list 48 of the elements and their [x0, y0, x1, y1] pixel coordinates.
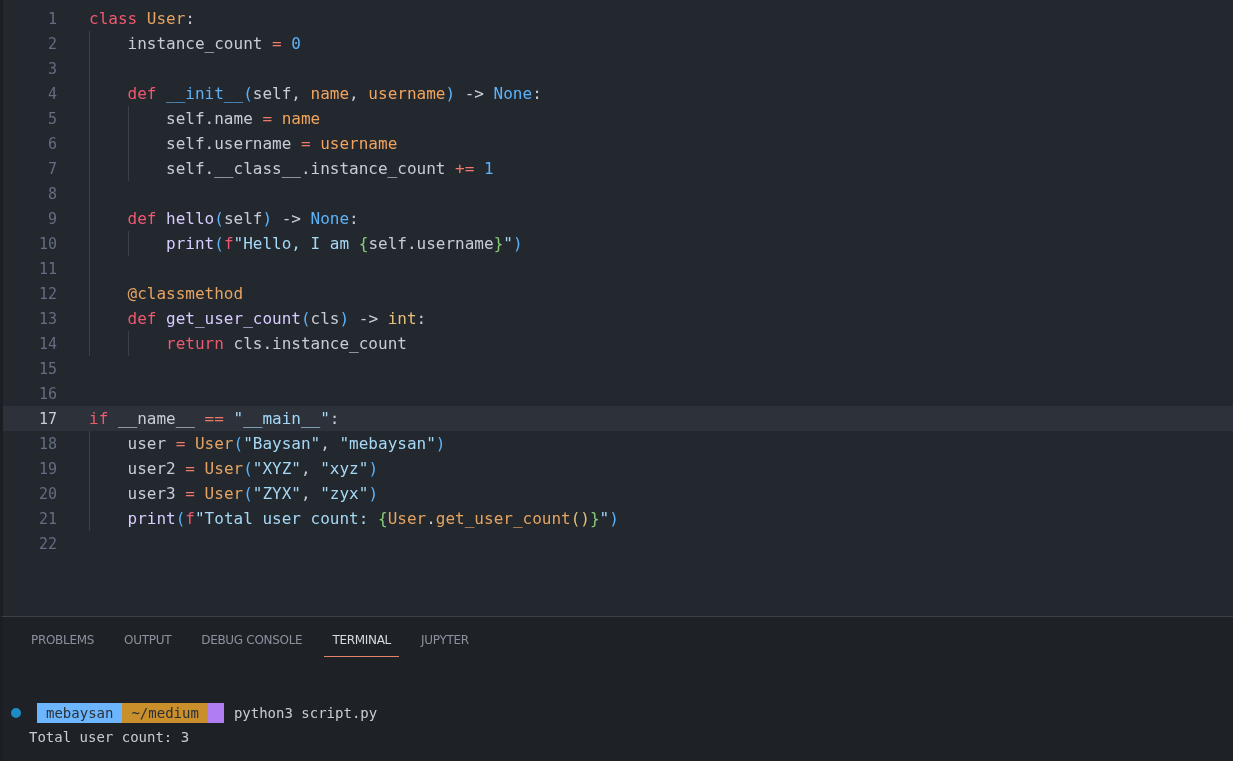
code-line: if __name__ == "__main__":: [89, 409, 340, 428]
code-line: self.username = username: [165, 134, 398, 153]
panel-tab[interactable]: PROBLEMS: [23, 627, 103, 657]
code-line: instance_count = 0: [126, 34, 301, 53]
code-line: class User:: [89, 9, 195, 28]
line-number: 11: [37, 259, 57, 278]
line-number: 22: [37, 534, 57, 553]
line-number: 16: [37, 384, 57, 403]
prompt-segment: ~/medium: [122, 703, 208, 723]
code-line: print(f"Total user count: {User.get_user_count()}"): [126, 509, 619, 528]
line-number: 7: [46, 159, 57, 178]
line-number: 8: [46, 184, 57, 203]
code-line: def get_user_count(cls) -> int:: [126, 309, 427, 328]
code-line: user3 = User("ZYX", "zyx"): [126, 484, 379, 503]
code-line: def __init__(self, name, username) -> None:: [126, 84, 542, 103]
line-number: 12: [37, 284, 57, 303]
terminal-command: python3 script.py: [233, 705, 378, 721]
line-number: 13: [37, 309, 57, 328]
line-number: 17: [37, 409, 57, 428]
panel-tab[interactable]: TERMINAL: [324, 627, 399, 657]
status-dot-icon: [11, 708, 21, 718]
line-number: 14: [37, 334, 57, 353]
code-line: user2 = User("XYZ", "xyz"): [126, 459, 379, 478]
line-number: 20: [37, 484, 57, 503]
panel-tab[interactable]: OUTPUT: [116, 627, 180, 657]
panel-tab[interactable]: DEBUG CONSOLE: [193, 627, 311, 657]
code-line: print(f"Hello, I am {self.username}"): [165, 234, 523, 253]
line-number: 1: [46, 9, 57, 28]
code-line: return cls.instance_count: [165, 334, 407, 353]
code-line: @classmethod: [126, 284, 244, 303]
line-number: 15: [37, 359, 57, 378]
terminal-output: Total user count: 3: [29, 729, 190, 745]
line-number: 2: [46, 34, 57, 53]
panel-tab[interactable]: JUPYTER: [413, 627, 477, 657]
line-number: 5: [46, 109, 57, 128]
line-number: 19: [37, 459, 57, 478]
line-number: 21: [37, 509, 57, 528]
line-number: 10: [37, 234, 57, 253]
line-number: 4: [46, 84, 57, 103]
line-number: 3: [46, 59, 57, 78]
prompt-segment: mebaysan: [37, 703, 123, 723]
line-number: 9: [46, 209, 57, 228]
code-line: def hello(self) -> None:: [126, 209, 359, 228]
code-line: self.name = name: [165, 109, 321, 128]
line-number: 18: [37, 434, 57, 453]
line-number: 6: [46, 134, 57, 153]
code-line: self.__class__.instance_count += 1: [165, 159, 494, 178]
code-line: user = User("Baysan", "mebaysan"): [126, 434, 446, 453]
